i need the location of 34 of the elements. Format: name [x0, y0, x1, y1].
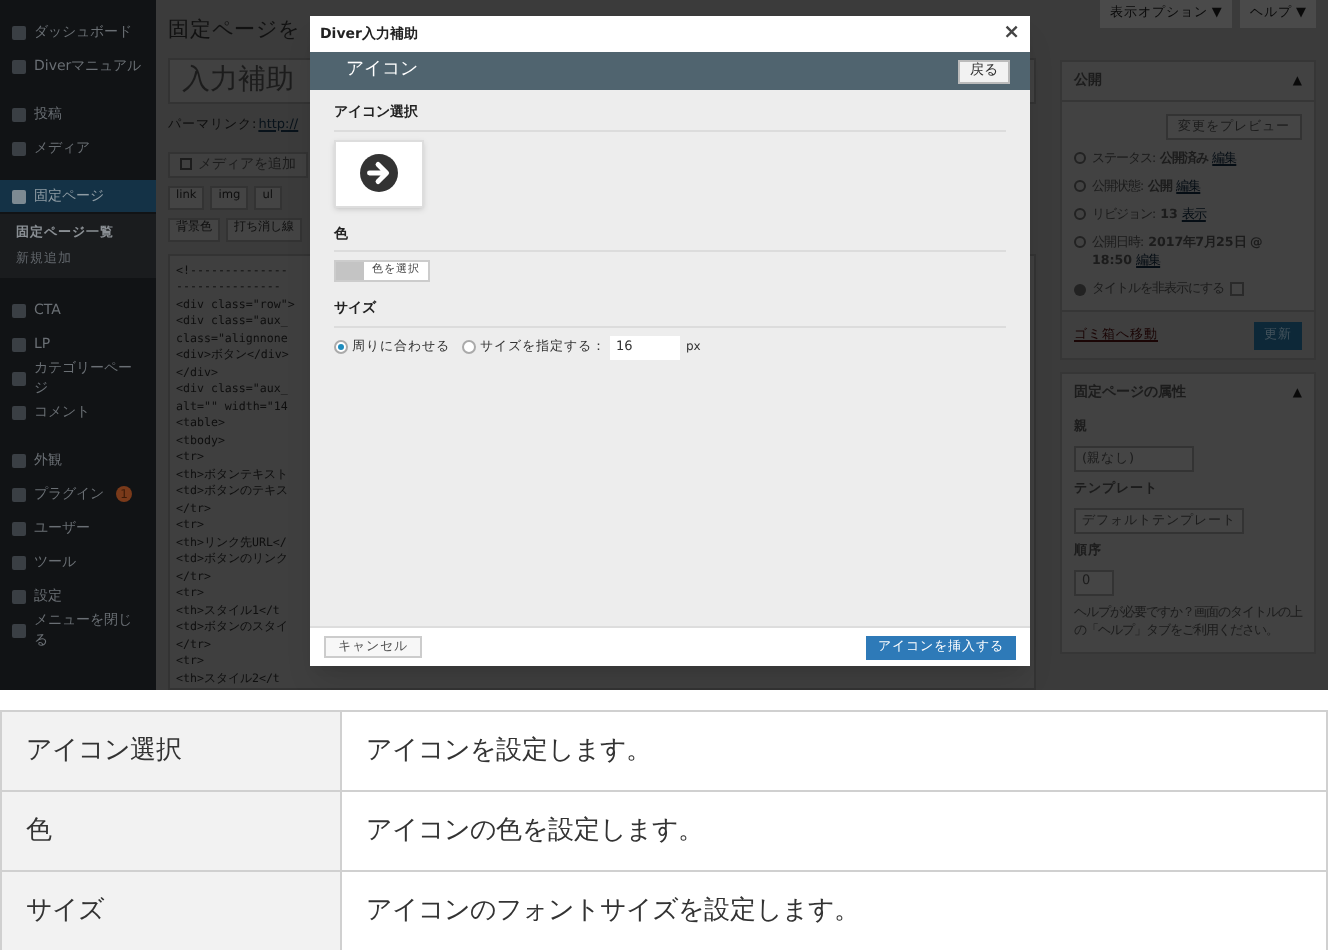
menu-icon: [12, 405, 26, 419]
table-cell-text: アイコンのフォントサイズを設定します。: [364, 893, 862, 930]
table-cell: アイコン選択: [2, 712, 342, 790]
menu-icon: [12, 303, 26, 317]
menu-icon: [12, 371, 26, 385]
menu-icon: [12, 337, 26, 351]
arrow-circle-icon: [360, 154, 398, 192]
menu-icon: [12, 107, 26, 121]
hide-title-checkbox[interactable]: [1230, 282, 1244, 297]
menu-icon: [12, 453, 26, 467]
modal-heading: アイコン: [346, 57, 418, 84]
table-cell-text: アイコンを設定します。: [364, 733, 654, 770]
table-cell: サイズ: [2, 872, 342, 950]
menu-icon: [12, 623, 26, 637]
status-icon: [1074, 152, 1086, 164]
icon-preview[interactable]: [334, 139, 424, 207]
status-icon: [1074, 180, 1086, 192]
menu-icon: [12, 189, 26, 203]
menu-icon: [12, 487, 26, 501]
radio-button[interactable]: [334, 340, 348, 354]
menu-icon: [12, 59, 26, 73]
menu-icon: [12, 521, 26, 535]
menu-icon: [12, 555, 26, 569]
table-cell: 色: [2, 792, 342, 870]
status-icon: [1074, 208, 1086, 220]
media-icon: [180, 158, 192, 170]
menu-icon: [12, 589, 26, 603]
menu-icon: [12, 141, 26, 155]
menu-icon: [12, 25, 26, 39]
table-cell-text: アイコンの色を設定します。: [364, 813, 706, 850]
color-swatch: [336, 262, 364, 280]
status-icon: [1074, 236, 1086, 248]
radio-button[interactable]: [462, 340, 476, 354]
close-button[interactable]: ×: [1003, 24, 1020, 44]
